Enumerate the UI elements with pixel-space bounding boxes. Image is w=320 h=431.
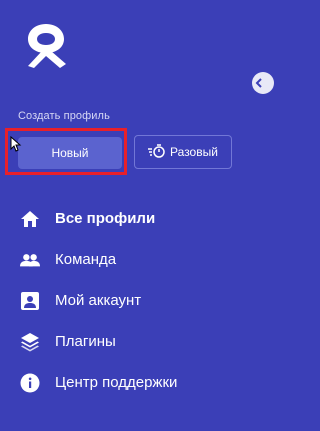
info-icon (20, 373, 40, 393)
new-profile-button[interactable]: Новый (18, 137, 122, 169)
stopwatch-icon (148, 143, 166, 161)
home-icon (20, 209, 40, 229)
account-icon (20, 291, 40, 311)
sidebar-item-team[interactable]: Команда (0, 239, 264, 280)
collapse-sidebar-button[interactable] (252, 72, 274, 94)
sidebar-item-my-account[interactable]: Мой аккаунт (0, 280, 264, 321)
team-icon (20, 250, 40, 270)
one-time-profile-button[interactable]: Разовый (134, 135, 232, 169)
sidebar-item-all-profiles[interactable]: Все профили (0, 198, 264, 239)
brand-logo (18, 18, 74, 72)
sidebar-item-support-center[interactable]: Центр поддержки (0, 362, 264, 403)
sidebar-item-label: Команда (55, 251, 117, 268)
sidebar-item-plugins[interactable]: Плагины (0, 321, 264, 362)
sidebar-nav: Все профили Команда Мой аккаунт Плагины … (0, 198, 264, 403)
sidebar-item-label: Все профили (55, 210, 156, 227)
sidebar-item-label: Плагины (55, 333, 116, 350)
one-time-profile-label: Разовый (170, 145, 218, 159)
chevron-left-icon (255, 78, 262, 88)
sidebar-item-label: Мой аккаунт (55, 292, 142, 309)
mouse-cursor-icon (10, 136, 22, 152)
create-profile-label: Создать профиль (18, 110, 110, 122)
plugins-icon (20, 332, 40, 352)
sidebar-item-label: Центр поддержки (55, 374, 178, 391)
